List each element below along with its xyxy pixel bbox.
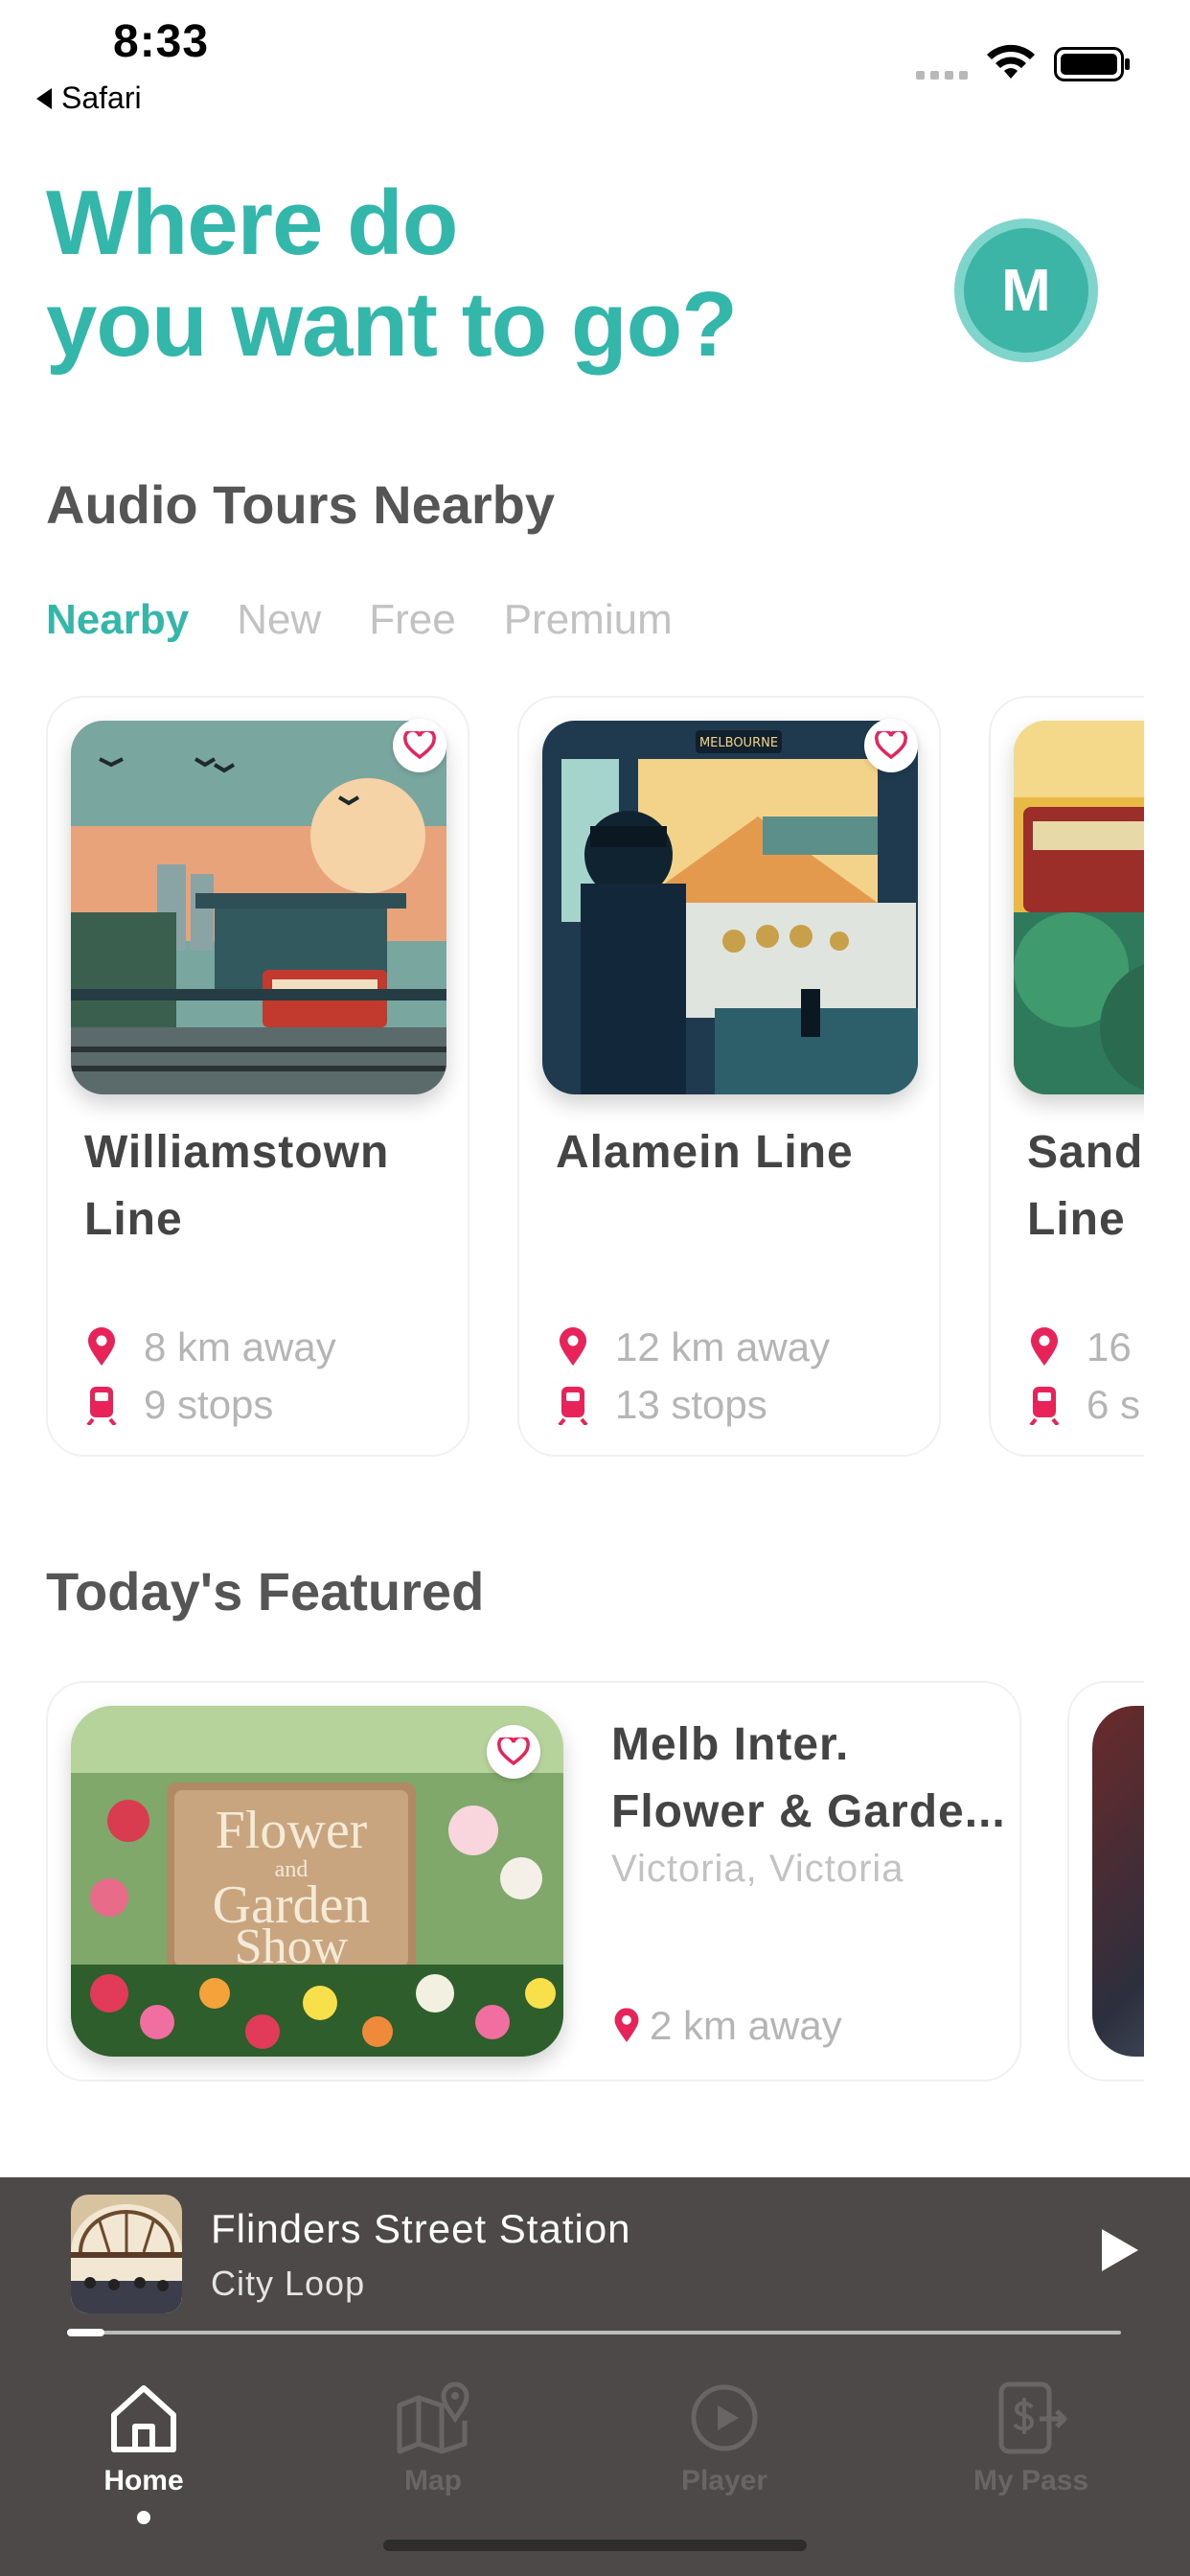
tour-title: Williamstown Line: [84, 1119, 448, 1254]
location-pin-icon: [560, 1327, 586, 1366]
featured-title-line-2: Flower & Garde...: [611, 1786, 1006, 1837]
sign-word-flower: Flower: [216, 1801, 368, 1860]
distance-text: 16: [1087, 1324, 1132, 1369]
now-playing-title: Flinders Street Station: [211, 2206, 631, 2251]
featured-card-next[interactable]: [1067, 1681, 1144, 2082]
tour-card-williamstown[interactable]: Williamstown Line 8 km away 9 stops: [46, 696, 469, 1457]
tour-image-train-bush: [1014, 721, 1144, 1094]
nav-player-label: Player: [680, 2465, 768, 2496]
nav-map[interactable]: Map: [337, 2369, 529, 2497]
user-avatar[interactable]: M: [954, 218, 1098, 362]
tour-card-alamein[interactable]: MELBOURNE Alamein Line 12 km away 13 sto…: [517, 696, 941, 1457]
play-icon[interactable]: [1102, 2229, 1138, 2271]
headline-line-2: you want to go?: [46, 273, 738, 376]
train-icon: [558, 1387, 588, 1425]
nearby-tours-carousel[interactable]: Williamstown Line 8 km away 9 stops MELB…: [46, 696, 1144, 1459]
tour-card-sandringham[interactable]: Sand Line 16 6 s: [989, 696, 1144, 1457]
tab-new[interactable]: New: [237, 596, 321, 644]
nearby-section-title: Audio Tours Nearby: [46, 474, 556, 535]
train-icon: [1029, 1387, 1060, 1425]
avatar-initial: M: [1001, 257, 1051, 324]
back-triangle-icon: [36, 87, 52, 109]
stops-text: 9 stops: [144, 1382, 274, 1427]
location-pin-icon: [614, 2008, 639, 2042]
playback-progress-fill: [67, 2329, 104, 2336]
tour-title-line-1: Alamein Line: [556, 1127, 854, 1178]
headline-line-1: Where do: [46, 172, 458, 274]
tour-title-line-2: Line: [1027, 1194, 1126, 1245]
tour-title-line-1: Williamstown: [84, 1127, 390, 1178]
distance-text: 12 km away: [615, 1324, 831, 1369]
home-icon: [111, 2385, 176, 2452]
tour-title: Sand Line: [1027, 1119, 1144, 1254]
featured-carousel[interactable]: Flower and Garden Show Melb Inter. Flowe…: [46, 1681, 1144, 2083]
battery-icon: [1054, 47, 1130, 81]
heart-outline-icon: [875, 731, 907, 760]
status-time: 8:33: [113, 16, 210, 67]
tour-stops: 13 stops: [556, 1382, 767, 1428]
nav-map-label: Map: [404, 2465, 462, 2496]
playback-progress-bar[interactable]: [67, 2329, 1121, 2336]
heart-outline-icon: [497, 1737, 530, 1766]
stops-text: 6 s: [1087, 1382, 1141, 1427]
tour-distance: 8 km away: [84, 1324, 336, 1370]
featured-image-next: [1092, 1706, 1144, 2057]
stops-text: 13 stops: [615, 1382, 767, 1427]
bottom-panel: Flinders Street Station City Loop Home M…: [0, 2177, 1190, 2576]
tour-distance: 16: [1027, 1324, 1132, 1370]
heart-outline-icon: [403, 731, 436, 760]
nav-home-label: Home: [103, 2465, 184, 2496]
filter-tabs: Nearby New Free Premium: [46, 596, 673, 644]
station-hall-illustration: [71, 2195, 182, 2313]
play-circle-icon: [691, 2384, 758, 2451]
pass-icon: [998, 2381, 1067, 2454]
page-headline: Where do you want to go?: [46, 172, 889, 376]
nav-player[interactable]: Player: [629, 2369, 820, 2497]
status-bar: 8:33 Safari: [0, 0, 1190, 125]
wifi-icon: [987, 44, 1035, 79]
tab-nearby[interactable]: Nearby: [46, 596, 189, 644]
featured-distance: 2 km away: [611, 2003, 842, 2049]
tour-title-line-2: Line: [84, 1194, 183, 1245]
home-indicator: [383, 2540, 807, 2551]
active-tab-indicator: [137, 2511, 150, 2524]
location-pin-icon: [1031, 1327, 1058, 1366]
tour-stops: 9 stops: [84, 1382, 273, 1428]
back-to-safari-link[interactable]: Safari: [36, 80, 142, 116]
train-icon: [86, 1387, 117, 1425]
nav-my-pass[interactable]: My Pass: [935, 2369, 1127, 2497]
featured-card-flower-show[interactable]: Flower and Garden Show Melb Inter. Flowe…: [46, 1681, 1021, 2082]
featured-title: Melb Inter. Flower & Garde...: [611, 1712, 1014, 1846]
tour-image-train-driver: MELBOURNE: [542, 721, 918, 1094]
nav-my-pass-label: My Pass: [973, 2465, 1089, 2496]
favorite-button[interactable]: [487, 1725, 540, 1779]
train-bush-illustration: [1014, 721, 1144, 1094]
flower-show-sign: Flower and Garden Show: [213, 1801, 371, 1974]
featured-title-line-1: Melb Inter.: [611, 1719, 850, 1770]
distance-text: 8 km away: [144, 1324, 336, 1369]
location-pin-icon: [88, 1327, 115, 1366]
nav-home[interactable]: Home: [48, 2369, 240, 2524]
melbourne-sign-text: MELBOURNE: [699, 736, 778, 750]
tour-distance: 12 km away: [556, 1324, 830, 1370]
now-playing-subtitle: City Loop: [211, 2264, 366, 2303]
featured-location: Victoria, Victoria: [611, 1848, 904, 1890]
back-label: Safari: [61, 80, 142, 115]
tour-image-station: [71, 721, 446, 1094]
cellular-signal-icon: [916, 71, 968, 80]
tour-title: Alamein Line: [556, 1119, 920, 1186]
station-illustration: [71, 721, 446, 1094]
favorite-button[interactable]: [393, 719, 446, 772]
tab-premium[interactable]: Premium: [504, 596, 673, 644]
now-playing-thumbnail[interactable]: [71, 2195, 182, 2313]
train-cab-illustration: MELBOURNE: [542, 721, 918, 1094]
distance-text: 2 km away: [650, 2003, 842, 2048]
tab-free[interactable]: Free: [369, 596, 455, 644]
tour-stops: 6 s: [1027, 1382, 1140, 1428]
tour-title-line-1: Sand: [1027, 1127, 1144, 1178]
map-icon: [397, 2381, 469, 2454]
featured-section-title: Today's Featured: [46, 1561, 485, 1622]
favorite-button[interactable]: [864, 719, 918, 772]
